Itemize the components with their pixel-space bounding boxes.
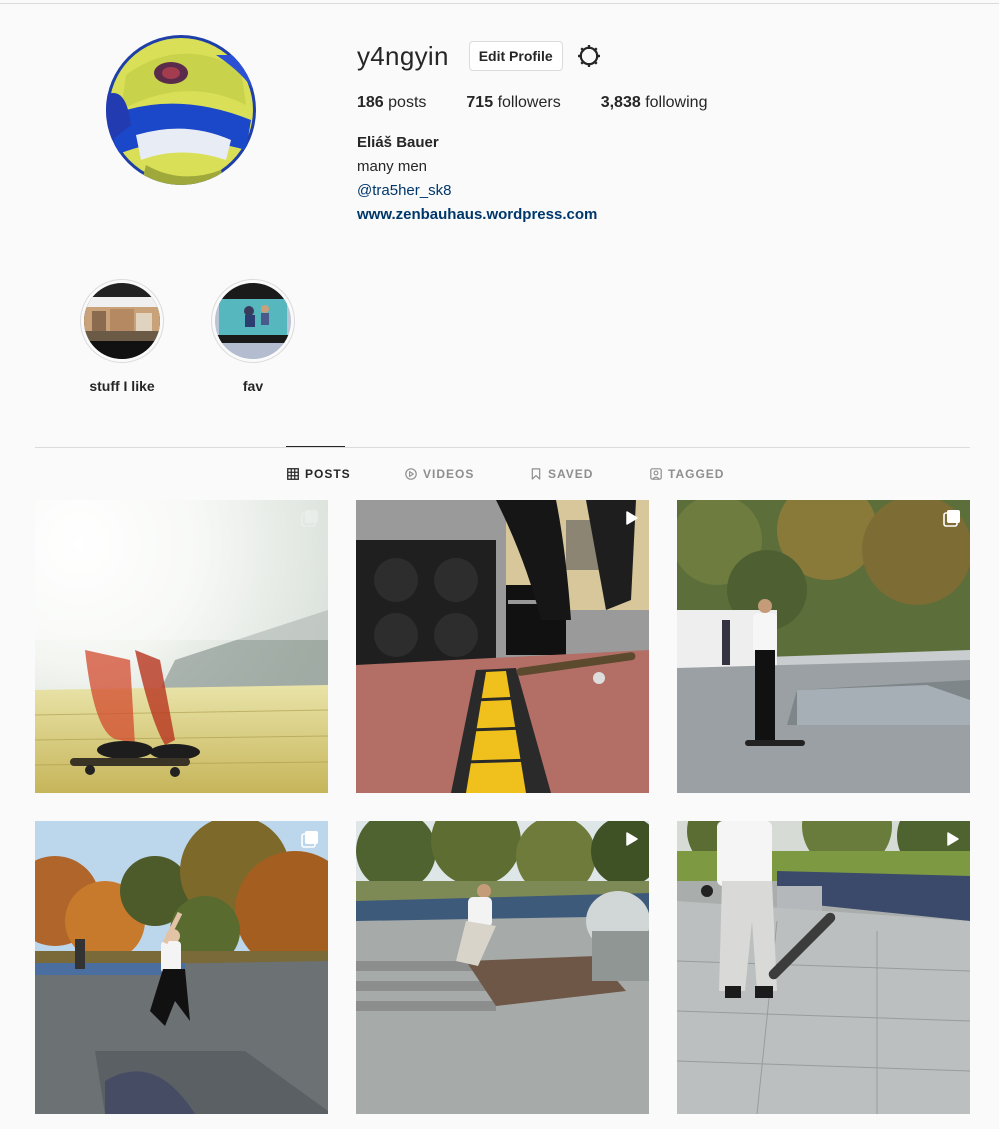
video-play-icon <box>626 511 638 525</box>
play-circle-icon <box>405 468 417 480</box>
followers-label: followers <box>497 94 561 111</box>
post-tile[interactable] <box>35 821 328 1114</box>
post-tile[interactable] <box>677 821 970 1114</box>
tab-tagged[interactable]: TAGGED <box>650 466 724 482</box>
post-tile[interactable] <box>356 500 649 793</box>
post-image <box>35 821 328 1114</box>
post-tile[interactable] <box>35 500 328 793</box>
post-tile[interactable] <box>677 500 970 793</box>
profile-avatar[interactable] <box>106 35 256 185</box>
post-image <box>35 500 328 793</box>
highlight-fav[interactable]: fav <box>211 279 295 394</box>
posts-stat: 186 posts <box>357 94 426 112</box>
followers-stat[interactable]: 715 followers <box>466 94 560 112</box>
posts-count: 186 <box>357 94 384 111</box>
top-divider <box>0 3 999 4</box>
bookmark-icon <box>531 468 541 480</box>
profile-title-row: y4ngyin Edit Profile <box>357 40 957 72</box>
post-image <box>677 500 970 793</box>
profile-full-name: Eliáš Bauer <box>357 134 439 151</box>
following-count: 3,838 <box>600 94 641 111</box>
following-label: following <box>645 94 708 111</box>
followers-count: 715 <box>466 94 494 111</box>
post-tile[interactable] <box>356 821 649 1114</box>
carousel-icon <box>301 510 318 527</box>
grid-icon <box>287 468 299 480</box>
settings-gear-icon[interactable] <box>576 43 602 69</box>
carousel-icon <box>301 831 318 848</box>
tab-saved[interactable]: SAVED <box>530 466 593 482</box>
highlight-cover-image <box>215 283 291 359</box>
tab-label: SAVED <box>548 467 594 481</box>
profile-bio: Eliáš Bauer many men @tra5her_sk8 www.ze… <box>357 131 957 227</box>
highlight-cover-image <box>84 283 160 359</box>
highlight-ring <box>80 279 164 363</box>
video-play-icon <box>947 832 959 846</box>
tab-videos[interactable]: VIDEOS <box>405 466 474 482</box>
highlight-stuff-i-like[interactable]: stuff I like <box>80 279 164 394</box>
profile-mention-link[interactable]: @tra5her_sk8 <box>357 179 957 203</box>
tabs-divider <box>35 447 970 448</box>
profile-info: y4ngyin Edit Profile 186 posts 715 follo… <box>357 40 957 227</box>
post-image <box>356 500 649 793</box>
carousel-icon <box>943 510 960 527</box>
edit-profile-button[interactable]: Edit Profile <box>468 41 563 71</box>
profile-bio-text: many men <box>357 158 428 175</box>
tag-user-icon <box>650 468 662 480</box>
tab-posts[interactable]: POSTS <box>287 466 351 482</box>
tab-label: VIDEOS <box>423 467 475 481</box>
profile-website-link[interactable]: www.zenbauhaus.wordpress.com <box>357 203 957 227</box>
post-image <box>677 821 970 1114</box>
highlight-ring <box>211 279 295 363</box>
profile-stats: 186 posts 715 followers 3,838 following <box>357 94 957 112</box>
post-image <box>356 821 649 1114</box>
posts-label: posts <box>388 94 427 111</box>
highlight-label: fav <box>242 378 264 394</box>
active-tab-indicator <box>286 446 345 447</box>
tab-label: POSTS <box>305 467 351 481</box>
avatar-image <box>106 35 256 185</box>
profile-username: y4ngyin <box>357 40 449 71</box>
highlight-label: stuff I like <box>89 378 155 394</box>
tab-label: TAGGED <box>668 467 725 481</box>
following-stat[interactable]: 3,838 following <box>601 94 708 112</box>
video-play-icon <box>626 832 638 846</box>
